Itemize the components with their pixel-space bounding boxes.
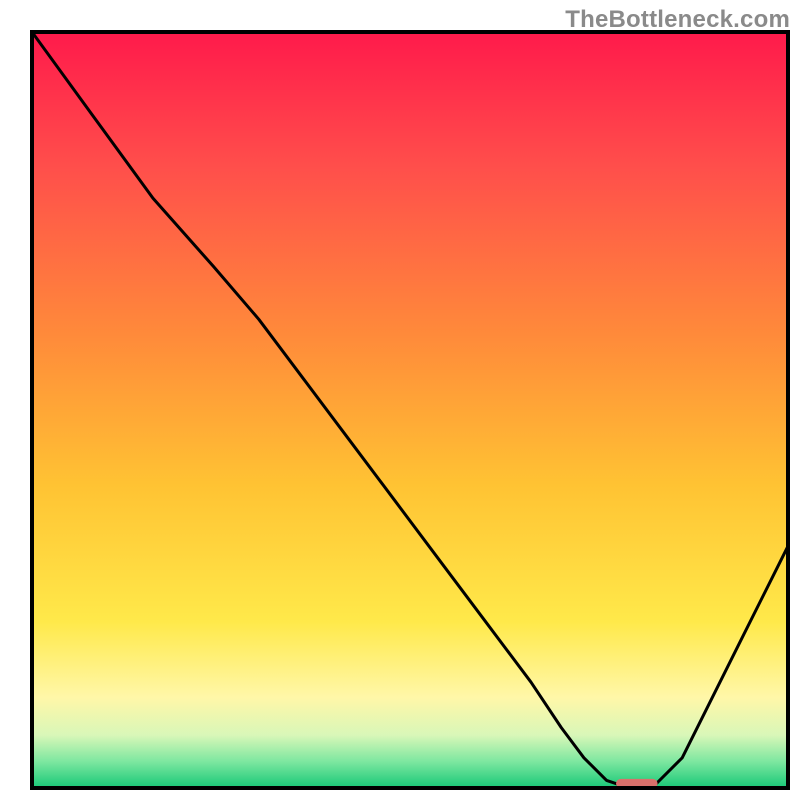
chart-frame: TheBottleneck.com [0,0,800,800]
bottleneck-chart [0,0,800,800]
plot-background [32,32,788,788]
